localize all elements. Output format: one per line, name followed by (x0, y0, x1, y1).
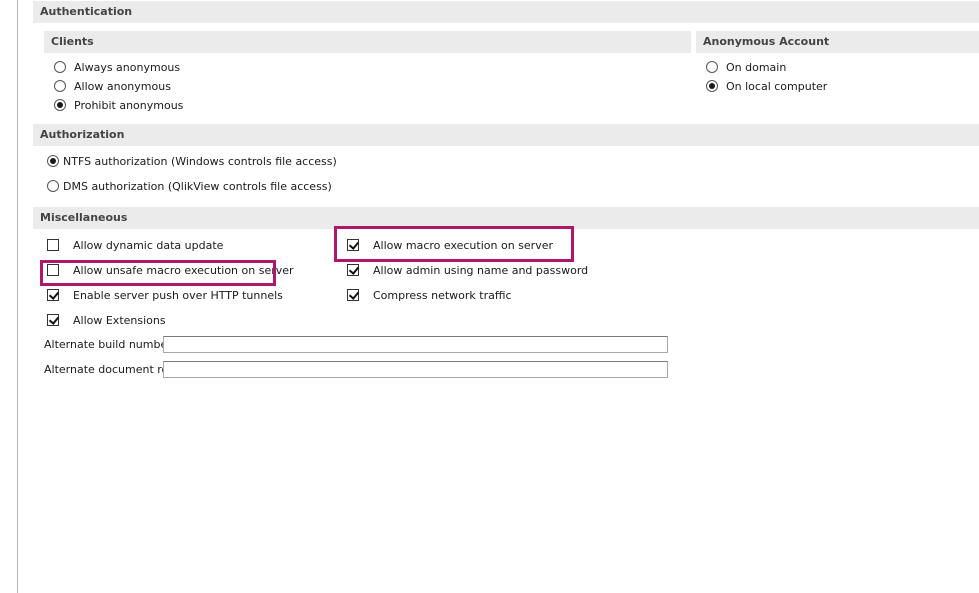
checkbox-compress-network-traffic[interactable]: Compress network traffic (347, 287, 512, 303)
radio-label: Allow anonymous (74, 79, 171, 93)
checkbox-label: Enable server push over HTTP tunnels (73, 288, 283, 302)
checkbox-checked[interactable] (347, 264, 359, 276)
radio-on-local-computer[interactable]: On local computer (706, 78, 827, 94)
authentication-header: Authentication (33, 1, 979, 23)
radio-label: NTFS authorization (Windows controls fil… (63, 154, 337, 168)
authorization-header: Authorization (33, 124, 979, 146)
radio-on-domain[interactable]: On domain (706, 59, 786, 75)
highlight-box-macro-execution (334, 226, 574, 262)
checkbox-checked[interactable] (347, 289, 359, 301)
radio-label: Prohibit anonymous (74, 98, 184, 112)
checkbox-enable-server-push[interactable]: Enable server push over HTTP tunnels (47, 287, 283, 303)
checkbox-allow-extensions[interactable]: Allow Extensions (47, 312, 166, 328)
radio-allow-anonymous[interactable]: Allow anonymous (54, 78, 171, 94)
checkbox-allow-admin-name-password[interactable]: Allow admin using name and password (347, 262, 588, 278)
checkbox-label: Compress network traffic (373, 288, 512, 302)
checkbox-label: Allow Extensions (73, 313, 166, 327)
radio-button-selected[interactable] (54, 99, 66, 111)
radio-label: On domain (726, 60, 787, 74)
checkbox-label: Allow admin using name and password (373, 263, 589, 277)
radio-label: DMS authorization (QlikView controls fil… (63, 179, 332, 193)
radio-button[interactable] (47, 180, 59, 192)
radio-always-anonymous[interactable]: Always anonymous (54, 59, 180, 75)
checkbox[interactable] (47, 239, 59, 251)
checkbox-checked[interactable] (47, 289, 59, 301)
radio-button-selected[interactable] (706, 80, 718, 92)
clients-header: Clients (44, 31, 691, 53)
radio-button[interactable] (54, 80, 66, 92)
checkbox-allow-dynamic-data-update[interactable]: Allow dynamic data update (47, 237, 223, 253)
checkbox-label: Allow dynamic data update (73, 238, 224, 252)
anonymous-account-header: Anonymous Account (696, 31, 979, 53)
highlight-box-unsafe-macro (40, 260, 276, 286)
checkbox-checked[interactable] (47, 314, 59, 326)
radio-button-selected[interactable] (47, 155, 59, 167)
radio-button[interactable] (54, 61, 66, 73)
radio-button[interactable] (706, 61, 718, 73)
radio-label: On local computer (726, 79, 828, 93)
radio-prohibit-anonymous[interactable]: Prohibit anonymous (54, 97, 183, 113)
left-border (17, 0, 18, 593)
radio-ntfs-authorization[interactable]: NTFS authorization (Windows controls fil… (47, 153, 337, 169)
radio-label: Always anonymous (74, 60, 181, 74)
alternate-document-root-input[interactable] (163, 361, 668, 378)
alternate-build-number-input[interactable] (163, 336, 668, 353)
alternate-build-number-label: Alternate build number: (44, 338, 176, 351)
radio-dms-authorization[interactable]: DMS authorization (QlikView controls fil… (47, 178, 332, 194)
